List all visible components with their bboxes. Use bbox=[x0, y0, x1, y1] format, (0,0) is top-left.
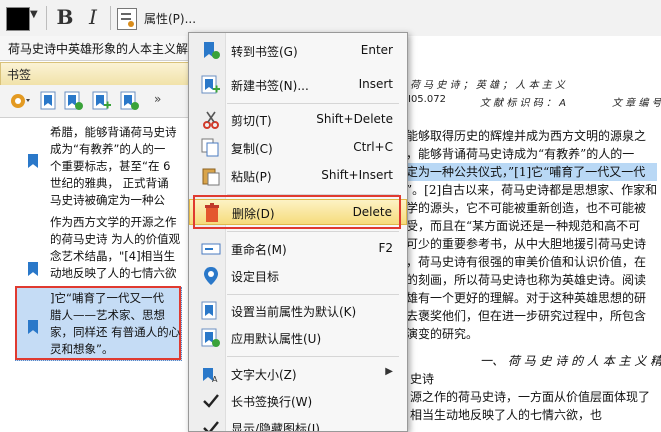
menu-separator bbox=[227, 356, 399, 357]
menu-item-copy[interactable]: 复制(C) Ctrl+C bbox=[189, 135, 407, 161]
rename-icon bbox=[201, 243, 221, 255]
bookmark-panel-title: 书签 bbox=[7, 68, 32, 82]
toolbar-divider bbox=[110, 6, 111, 30]
menu-item-set-target[interactable]: 设定目标 bbox=[189, 263, 407, 289]
menu-item-new-bookmark[interactable]: 新建书签(N)... Insert bbox=[189, 72, 407, 98]
paste-icon bbox=[202, 168, 220, 186]
menu-separator bbox=[227, 294, 399, 295]
location-pin-icon bbox=[204, 267, 218, 285]
document-body: 能够取得历史的辉煌并成为西方文明的源泉之 ，能够背诵荷马史诗成为“有教养”的人的… bbox=[406, 129, 658, 341]
bookmark-item[interactable]: 作为西方文学的开源之作 的荷马史诗 为人的价值观 念艺术结晶，"[4]相当生 动… bbox=[50, 214, 180, 282]
bookmark-item[interactable]: 希腊，能够背诵荷马史诗 成为“有教养”的人的一 个重要标志，甚至“在 6 世纪的… bbox=[50, 124, 177, 209]
menu-item-rename[interactable]: 重命名(M) F2 bbox=[189, 236, 407, 262]
document-line: 相当生动地反映了人的七情六欲，也 bbox=[410, 408, 603, 422]
toolbar-divider bbox=[46, 6, 47, 30]
menu-item-wrap-long-bookmarks[interactable]: 长书签换行(W) bbox=[189, 388, 407, 414]
bookmark-link-icon[interactable] bbox=[120, 91, 140, 111]
apply-default-icon bbox=[201, 328, 220, 347]
svg-text:A: A bbox=[212, 375, 218, 384]
italic-button[interactable]: I bbox=[82, 5, 104, 29]
menu-item-cut[interactable]: 剪切(T) Shift+Delete bbox=[189, 107, 407, 133]
document-title: 荷马史诗中英雄形象的人本主义解 bbox=[8, 42, 189, 56]
bookmark-new-icon[interactable] bbox=[92, 91, 112, 111]
menu-separator bbox=[227, 103, 399, 104]
font-size-icon: A bbox=[203, 368, 218, 384]
bookmark-item-selected[interactable]: ]它“哺育了一代又一代 腊人——艺术家、思想 家，同样还 有普通人的心 灵和想象… bbox=[50, 290, 180, 358]
bookmark-context-menu: 转到书签(G) Enter 新建书签(N)... Insert 剪切(T) Sh… bbox=[188, 32, 408, 432]
class-code: I05.072 bbox=[408, 94, 446, 105]
menu-separator bbox=[227, 231, 399, 232]
menu-item-goto-bookmark[interactable]: 转到书签(G) Enter bbox=[189, 38, 407, 64]
section-heading: 一、 荷 马 史 诗 的 人 本 主 义 精 bbox=[480, 354, 661, 368]
article-no-label: 文 章 编 号 bbox=[612, 98, 661, 109]
keywords-line: 荷 马 史 诗 ； 英 雄 ； 人 本 主 义 bbox=[410, 80, 565, 91]
bookmark-add-icon[interactable] bbox=[40, 91, 60, 111]
bold-button[interactable]: B bbox=[54, 5, 76, 29]
document-line: 源之作的荷马史诗，一方面从价值层面体现了 bbox=[410, 390, 651, 404]
font-color-swatch[interactable] bbox=[6, 7, 30, 31]
checkmark-icon bbox=[203, 394, 219, 408]
menu-item-font-size[interactable]: A 文字大小(Z) ▶ bbox=[189, 361, 407, 387]
bookmark-panel-header: 书签 bbox=[0, 62, 190, 86]
new-bookmark-icon bbox=[201, 75, 220, 94]
chevron-down-icon[interactable]: ▼ bbox=[30, 9, 38, 20]
scissors-icon bbox=[203, 111, 219, 129]
goto-bookmark-icon bbox=[204, 42, 220, 59]
double-chevron-down-icon[interactable]: » bbox=[154, 92, 161, 106]
properties-icon[interactable] bbox=[117, 8, 137, 30]
menu-item-set-default[interactable]: 设置当前属性为默认(K) bbox=[189, 298, 407, 324]
document-title-bar: 荷马史诗中英雄形象的人本主义解 bbox=[0, 36, 220, 61]
doc-id-label: 文 献 标 识 码 ： A bbox=[480, 98, 566, 109]
copy-icon bbox=[201, 138, 219, 157]
submenu-arrow-icon: ▶ bbox=[385, 366, 393, 377]
menu-item-toggle-icons[interactable]: 显示/隐藏图标(I) bbox=[189, 415, 407, 431]
gear-icon[interactable] bbox=[8, 91, 30, 111]
set-default-icon bbox=[201, 301, 217, 320]
annotation-red-box bbox=[193, 195, 401, 229]
menu-item-paste[interactable]: 粘贴(P) Shift+Insert bbox=[189, 163, 407, 189]
menu-item-apply-default[interactable]: 应用默认属性(U) bbox=[189, 325, 407, 351]
document-line: 史诗 bbox=[410, 372, 435, 386]
bookmark-child-icon[interactable] bbox=[64, 91, 84, 111]
properties-button[interactable]: 属性(P)... bbox=[144, 10, 196, 27]
